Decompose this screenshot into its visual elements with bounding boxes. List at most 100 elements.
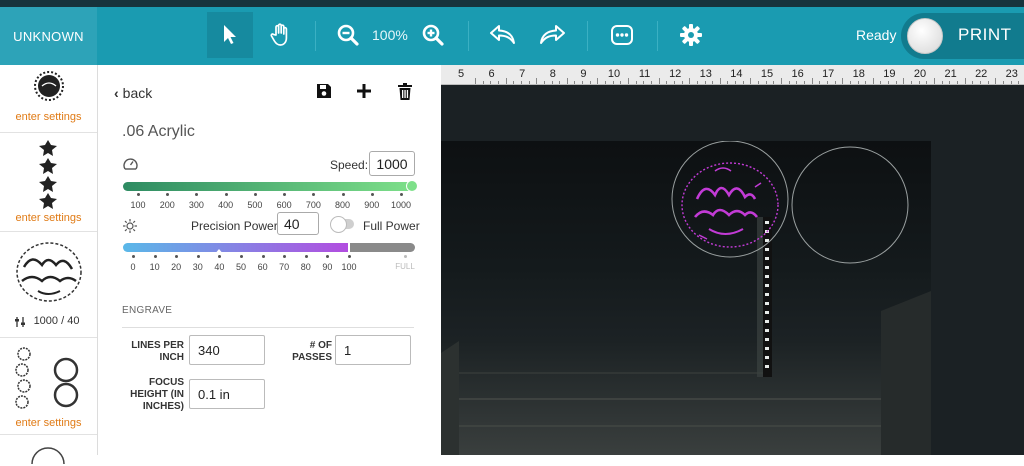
ruler-number: 14 xyxy=(730,68,743,80)
thumbnail-design xyxy=(15,347,79,409)
toggle-knob[interactable] xyxy=(330,216,347,233)
ruler-minor-tick xyxy=(979,81,981,84)
ruler-minor-tick xyxy=(635,81,637,84)
toolbar-separator xyxy=(657,21,658,51)
passes-input[interactable]: 1 xyxy=(335,335,411,365)
add-icon[interactable] xyxy=(356,83,372,99)
ruler-tick xyxy=(628,78,629,84)
speed-tick-label: 200 xyxy=(159,200,175,210)
ruler-number: 22 xyxy=(975,68,988,80)
ruler-minor-tick xyxy=(620,81,622,84)
ruler-minor-tick xyxy=(666,81,668,84)
material-settings-panel: ‹ back .06 Acrylic Speed: 1000 100 200 300 4… xyxy=(98,65,440,455)
ruler-minor-tick xyxy=(735,81,737,84)
speed-dot xyxy=(195,193,199,196)
ruler-number: 7 xyxy=(519,68,526,80)
speed-tick-label: 100 xyxy=(130,200,146,210)
divider xyxy=(122,327,414,328)
focus-height-input[interactable]: 0.1 in xyxy=(189,379,265,409)
ruler-minor-tick xyxy=(727,81,729,84)
ruler-minor-tick xyxy=(888,81,890,84)
zoom-out-button[interactable] xyxy=(325,12,371,58)
ruler-minor-tick xyxy=(1018,81,1020,84)
thumbnail-item[interactable]: enter settings xyxy=(0,339,97,435)
power-slider-fill xyxy=(123,243,348,252)
ruler-minor-tick xyxy=(918,81,920,84)
ruler-minor-tick xyxy=(773,81,775,84)
print-button[interactable]: PRINT xyxy=(901,13,1024,59)
speed-input[interactable]: 1000 xyxy=(369,151,415,176)
power-full-dot xyxy=(404,255,407,258)
ruler-minor-tick xyxy=(673,81,675,84)
speed-tick-label: 800 xyxy=(335,200,351,210)
zoom-in-button[interactable] xyxy=(410,12,456,58)
save-icon[interactable] xyxy=(316,83,332,99)
ruler-minor-tick xyxy=(941,81,943,84)
settings-button[interactable] xyxy=(668,12,714,58)
thumbnail-caption[interactable]: enter settings xyxy=(0,212,97,224)
thumbnail-item[interactable] xyxy=(0,436,97,466)
speed-slider-handle[interactable] xyxy=(406,180,418,192)
more-options-button[interactable] xyxy=(599,12,645,58)
select-tool-button[interactable] xyxy=(207,12,253,58)
ruler-minor-tick xyxy=(1010,81,1012,84)
ruler-tick xyxy=(475,78,476,84)
thumbnail-caption[interactable]: enter settings xyxy=(0,111,97,123)
design-canvas[interactable]: 5 6 7 8 9 10 11 12 13 14 15 16 17 18 19 20 21 22 23 xyxy=(441,65,1024,455)
ruler-number: 18 xyxy=(852,68,865,80)
lines-per-inch-input[interactable]: 340 xyxy=(189,335,265,365)
print-label: PRINT xyxy=(958,25,1012,44)
ruler-minor-tick xyxy=(513,81,515,84)
trash-icon[interactable] xyxy=(397,83,413,100)
toolbar-separator xyxy=(468,21,469,51)
ruler-number: 20 xyxy=(913,68,927,80)
thumbnail-caption[interactable]: enter settings xyxy=(0,417,97,429)
speed-dot xyxy=(400,193,403,196)
power-slider[interactable] xyxy=(123,243,415,252)
thumbnail-item[interactable]: enter settings xyxy=(0,133,97,232)
ruler-minor-tick xyxy=(605,81,607,84)
back-link[interactable]: ‹ back xyxy=(114,85,152,101)
pan-tool-button[interactable] xyxy=(257,12,303,58)
thumbnail-item[interactable]: 1000 / 40 xyxy=(0,233,97,338)
redo-button[interactable] xyxy=(529,12,575,58)
christmas-engraving-design[interactable] xyxy=(675,157,785,257)
speed-tick-labels: 100 200 300 400 500 600 700 800 900 1000 xyxy=(98,200,440,212)
speed-label: Speed: xyxy=(330,158,369,172)
speed-slider[interactable] xyxy=(123,180,418,192)
power-dot xyxy=(261,255,265,258)
engrave-section-header: ENGRAVE xyxy=(122,305,173,316)
ruler-tick xyxy=(566,78,568,84)
speed-tick-label: 300 xyxy=(188,200,204,210)
speed-dot xyxy=(312,193,316,196)
ruler-minor-tick xyxy=(796,81,798,84)
lines-per-inch-label: LINES PER INCH xyxy=(131,340,184,363)
ruler-number: 17 xyxy=(822,68,835,80)
power-tick-label: 100 xyxy=(341,262,357,272)
ruler-number: 8 xyxy=(549,68,556,80)
speed-tick-label: 700 xyxy=(305,200,321,210)
ruler-tick xyxy=(750,78,752,84)
ruler-number: 5 xyxy=(457,68,465,80)
design-thumbnail-list: enter settings enter settings 1000 / 40 xyxy=(0,65,98,464)
thumbnail-item[interactable]: enter settings xyxy=(0,57,97,133)
precision-power-input[interactable]: 40 xyxy=(277,212,319,235)
power-dot xyxy=(326,255,330,258)
print-knob[interactable] xyxy=(907,18,943,54)
speed-dot xyxy=(137,193,140,196)
ruler-tick xyxy=(842,78,844,84)
ruler-minor-tick xyxy=(551,81,553,84)
speed-tick-label: 1000 xyxy=(390,200,412,210)
ruler-minor-tick xyxy=(1002,81,1004,84)
full-power-toggle[interactable] xyxy=(330,216,354,233)
main-toolbar: UNKNOWN 100% Ready PRINT xyxy=(0,7,1024,65)
ruler-number: 10 xyxy=(607,68,621,80)
thumbnail-design xyxy=(31,447,65,464)
material-name[interactable]: .06 Acrylic xyxy=(122,123,195,141)
ruler-minor-tick xyxy=(742,81,744,84)
redo-icon xyxy=(540,25,565,44)
undo-button[interactable] xyxy=(480,12,526,58)
thumbnail-caption[interactable]: 1000 / 40 xyxy=(8,315,105,327)
ruler-minor-tick xyxy=(589,81,591,84)
ruler-number: 13 xyxy=(699,68,712,80)
